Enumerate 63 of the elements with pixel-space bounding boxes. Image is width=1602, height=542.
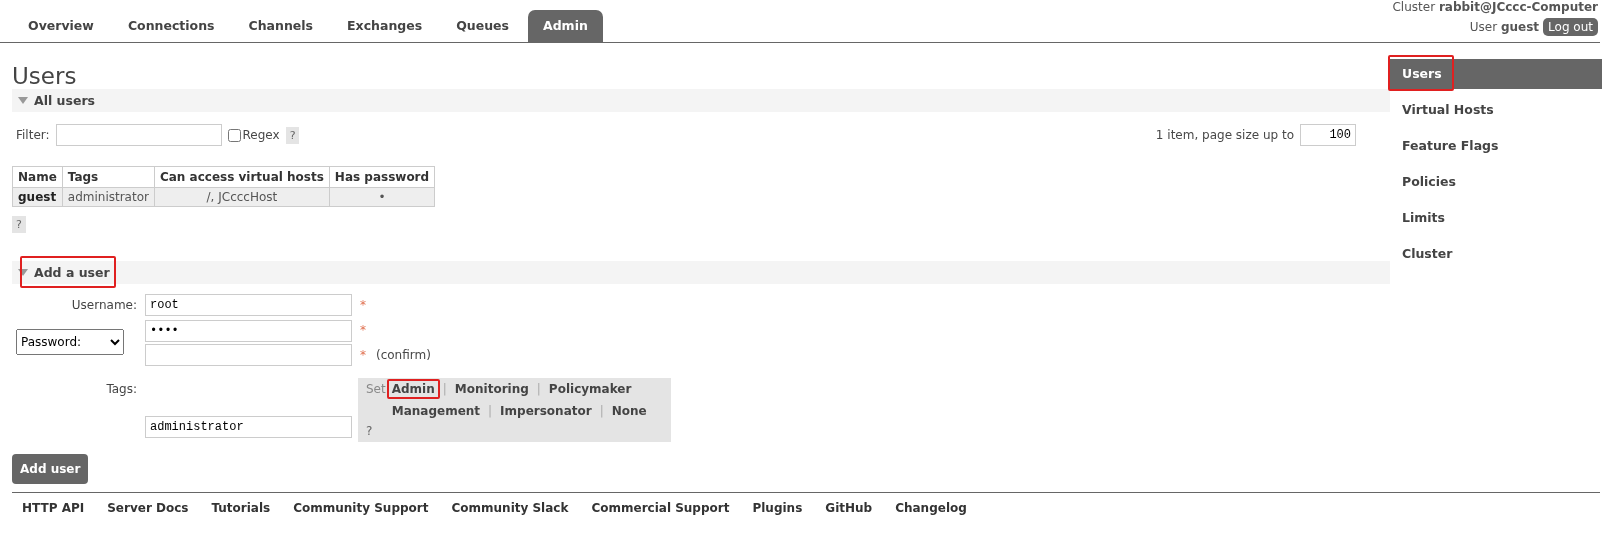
footer-link[interactable]: Community Support [293, 501, 429, 542]
filter-field[interactable] [55, 124, 222, 146]
nav-tab[interactable]: Queues [441, 10, 524, 42]
required-mark: * [360, 348, 366, 362]
required-mark: * [360, 323, 367, 337]
separator: | [442, 382, 447, 396]
tag-link[interactable]: None [611, 404, 647, 418]
tag-link[interactable]: Management [391, 404, 481, 418]
filter-label: Filter: [16, 128, 50, 142]
separator: | [488, 404, 493, 418]
footer-link[interactable]: Community Slack [451, 501, 569, 542]
page-size-field[interactable]: 100 [1300, 124, 1356, 146]
username-field[interactable]: root [145, 294, 352, 316]
help-button[interactable]: ? [366, 424, 386, 438]
page-title: Users [12, 63, 78, 89]
nav-tab[interactable]: Connections [112, 10, 230, 42]
logout-button[interactable]: Log out [1543, 18, 1598, 36]
column-header: Tags [62, 166, 155, 188]
section-title: Add a user [34, 265, 110, 280]
password-mode-select[interactable]: Password: [16, 329, 124, 355]
password-field[interactable]: •••• [145, 320, 352, 342]
separator: | [536, 382, 541, 396]
tag-link[interactable]: Policymaker [548, 382, 632, 396]
column-header: Can access virtual hosts [154, 166, 330, 188]
footer-link[interactable]: Server Docs [107, 501, 189, 542]
footer-link[interactable]: Tutorials [211, 501, 271, 542]
footer-link[interactable]: GitHub [825, 501, 873, 542]
tags-label: Tags: [105, 382, 137, 396]
paging-text: 1 item, page size up to [1155, 128, 1294, 142]
help-button[interactable]: ? [12, 216, 26, 233]
nav-tab[interactable]: Channels [233, 10, 329, 42]
help-button[interactable]: ? [285, 126, 300, 144]
section-header[interactable]: All users [12, 89, 1390, 112]
tag-link[interactable]: Impersonator [500, 404, 592, 418]
user-info: User guest [1469, 20, 1540, 34]
nav-tab[interactable]: Overview [13, 10, 109, 42]
separator: | [599, 404, 604, 418]
tag-link[interactable]: Monitoring [454, 382, 529, 396]
sidebar-item[interactable]: Feature Flags [1390, 131, 1602, 161]
confirm-password-field[interactable] [145, 344, 352, 366]
sidebar-item[interactable]: Policies [1390, 167, 1602, 197]
column-header: Name [12, 166, 63, 188]
column-header: Has password [329, 166, 435, 188]
footer-link[interactable]: HTTP API [22, 501, 85, 542]
username-label: Username: [70, 298, 137, 312]
tag-link[interactable]: Admin [391, 382, 435, 396]
nav-tab[interactable]: Admin [528, 10, 603, 42]
footer-link[interactable]: Changelog [895, 501, 967, 542]
tags-field[interactable]: administrator [145, 416, 352, 438]
footer-link[interactable]: Plugins [752, 501, 803, 542]
section-title: All users [34, 93, 96, 108]
sidebar-item[interactable]: Limits [1390, 203, 1602, 233]
sidebar-item[interactable]: Cluster [1390, 239, 1602, 269]
nav-tab[interactable]: Exchanges [332, 10, 438, 42]
confirm-label: (confirm) [376, 348, 431, 362]
add-user-button[interactable]: Add user [12, 454, 89, 484]
regex-label: Regex [242, 128, 280, 142]
regex-checkbox[interactable] [227, 128, 241, 142]
footer-link[interactable]: Commercial Support [591, 501, 730, 542]
required-mark: * [360, 298, 367, 312]
cluster-info: Cluster rabbit@JCccc-Computer [1392, 0, 1598, 14]
sidebar-item[interactable]: Virtual Hosts [1390, 95, 1602, 125]
set-label: Set [366, 382, 386, 398]
